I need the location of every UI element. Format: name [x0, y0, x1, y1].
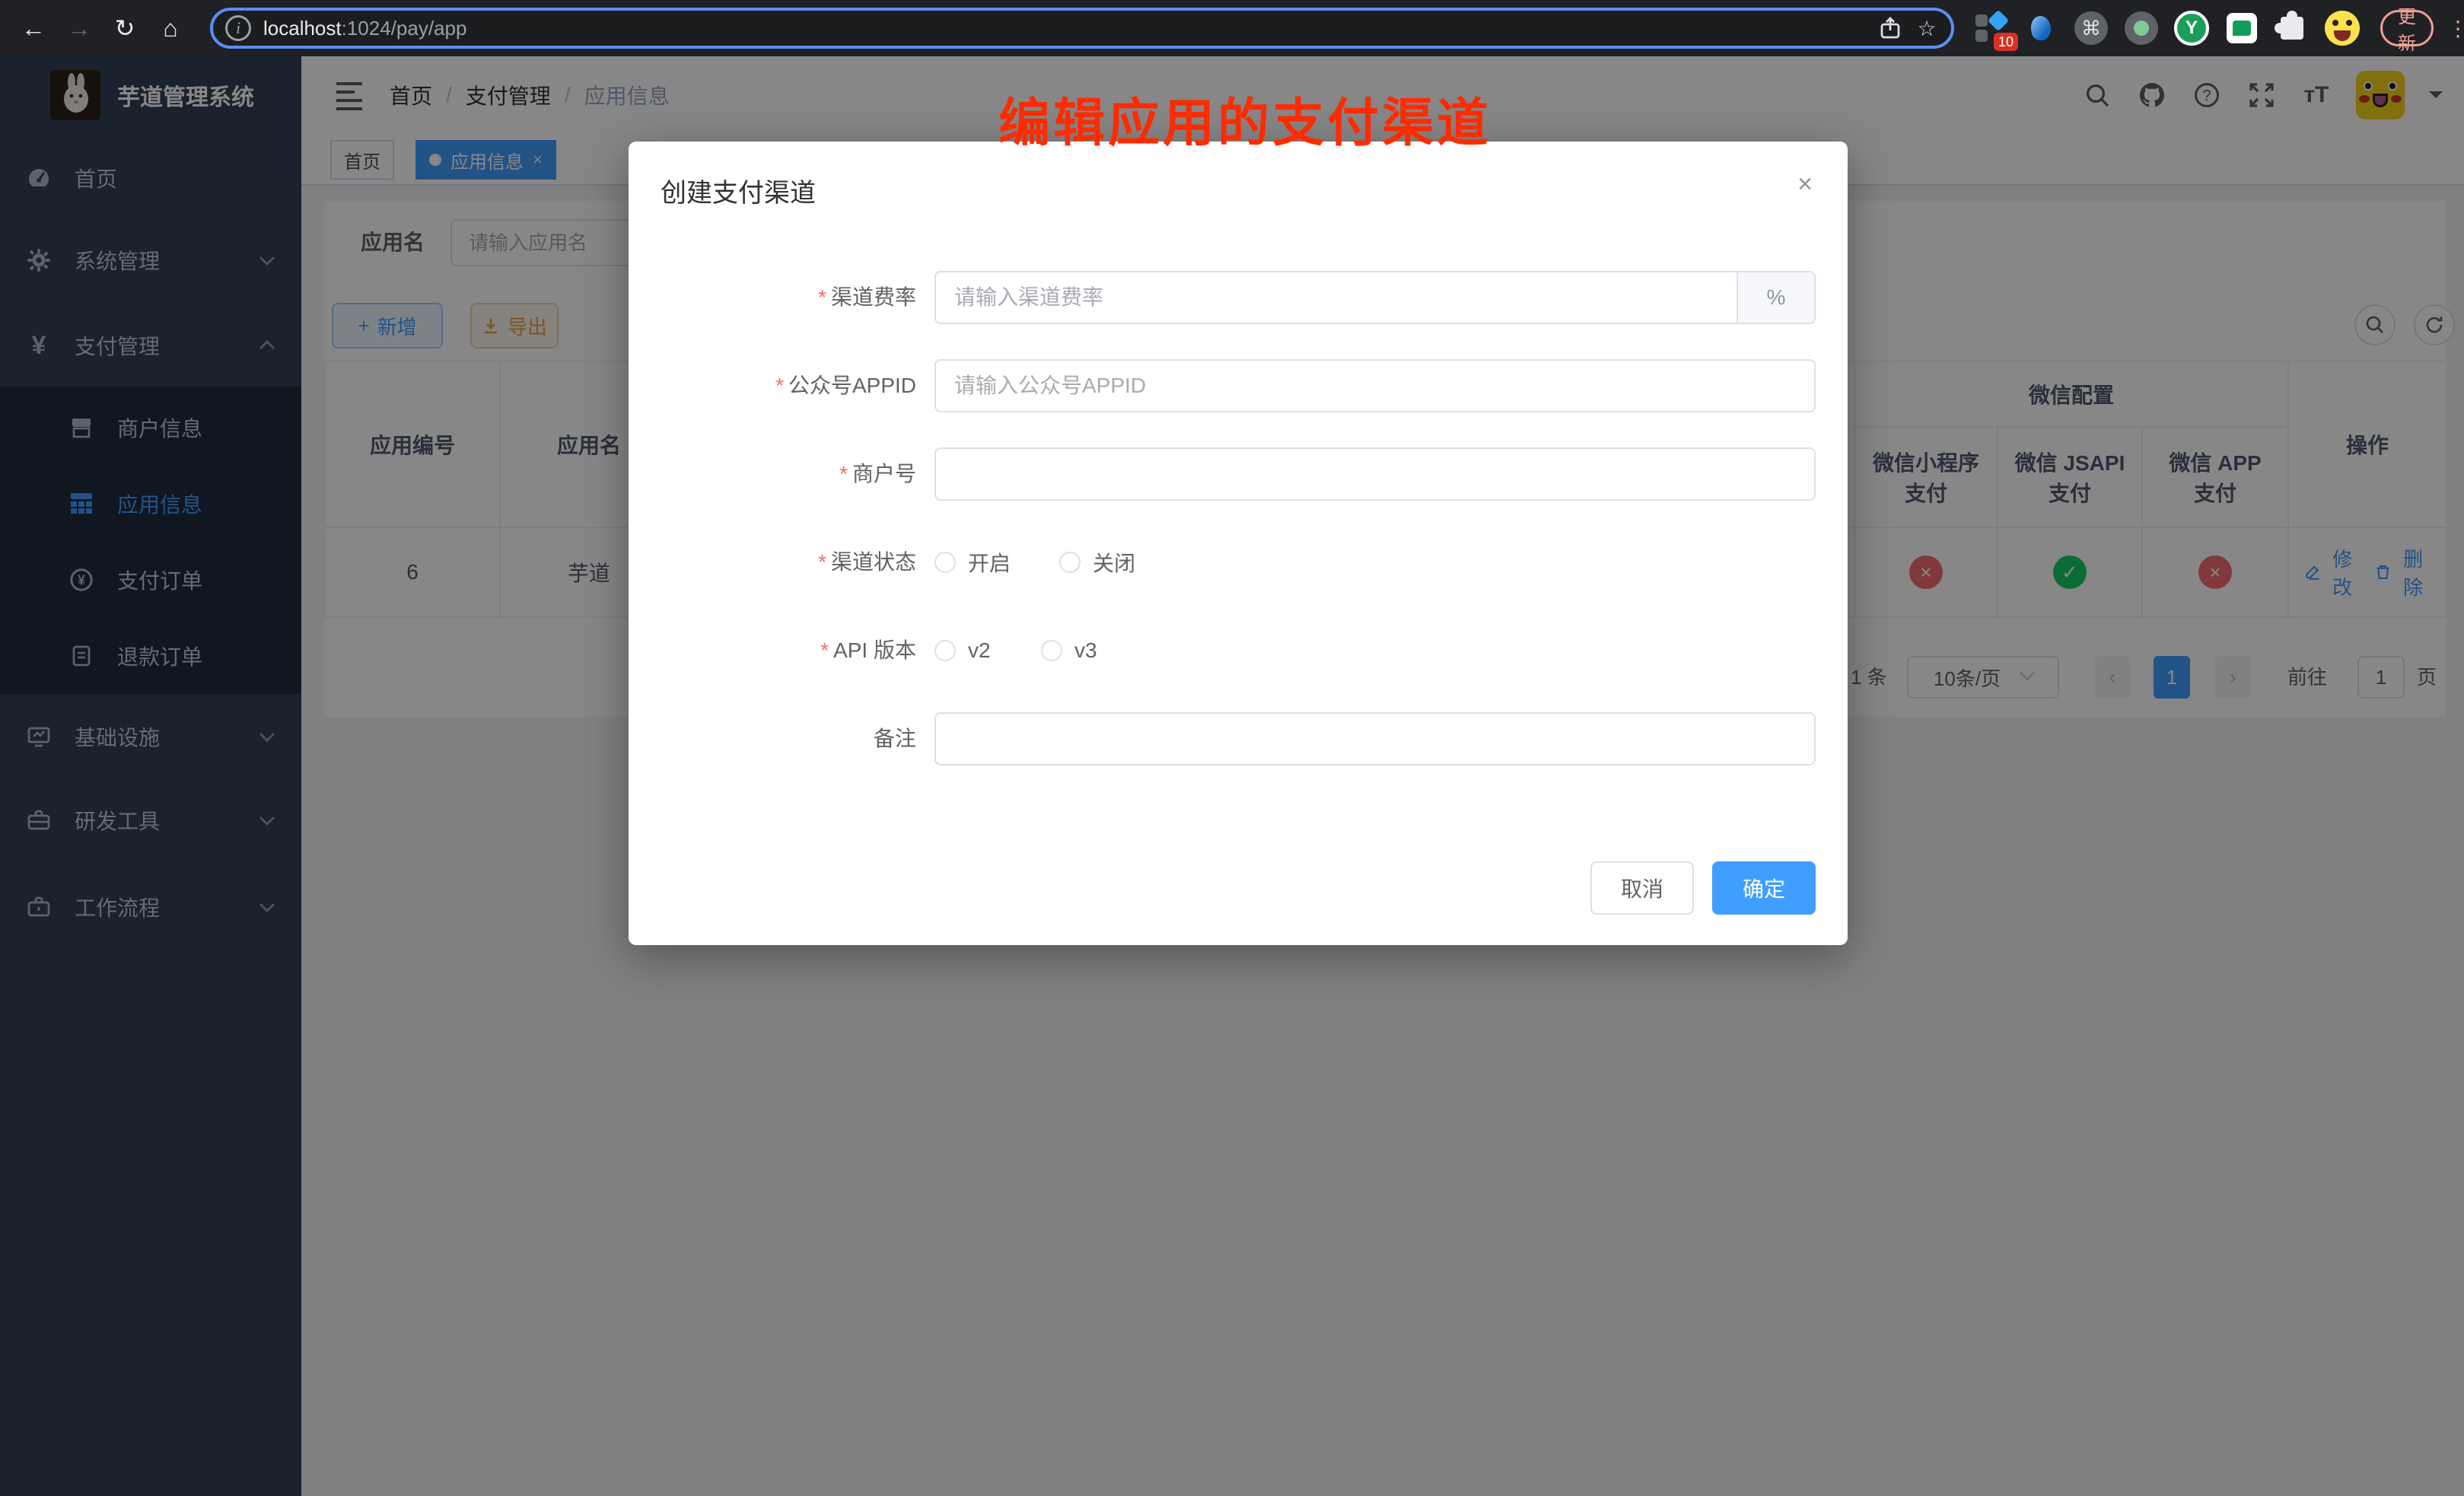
extension-kite-icon[interactable]: [2023, 10, 2059, 46]
browser-toolbar: ← → ↻ ⌂ i localhost :1024/pay/app ☆ 10 ⌘…: [0, 0, 2464, 56]
appid-label: *公众号APPID: [629, 359, 916, 412]
radio-icon: [934, 552, 956, 573]
radio-icon: [1041, 640, 1062, 661]
remark-input[interactable]: [934, 712, 1816, 766]
app-window: 芋道管理系统 首页 系统管理 ¥ 支付管理: [0, 56, 2464, 1496]
radio-icon: [934, 640, 956, 661]
site-info-icon[interactable]: i: [225, 15, 251, 41]
extension-command-icon[interactable]: ⌘: [2073, 10, 2109, 46]
percent-suffix: %: [1737, 272, 1814, 323]
browser-menu-icon[interactable]: ⋮: [2447, 16, 2462, 41]
appid-input[interactable]: [934, 359, 1816, 412]
rate-input[interactable]: [934, 271, 1816, 324]
close-icon[interactable]: ×: [1790, 169, 1820, 199]
extension-recorder-icon[interactable]: [2123, 10, 2160, 46]
confirm-button[interactable]: 确定: [1712, 861, 1816, 915]
rate-label: *渠道费率: [629, 271, 916, 324]
status-radio-closed[interactable]: 关闭: [1059, 536, 1135, 589]
merchant-input[interactable]: [934, 447, 1816, 501]
url-host: localhost: [263, 17, 342, 40]
reload-icon[interactable]: ↻: [107, 10, 143, 46]
back-icon[interactable]: ←: [15, 10, 52, 46]
bookmark-star-icon[interactable]: ☆: [1908, 10, 1945, 46]
status-radio-open[interactable]: 开启: [934, 536, 1011, 589]
api-radio-v3[interactable]: v3: [1041, 624, 1097, 677]
home-icon[interactable]: ⌂: [152, 10, 189, 46]
create-channel-dialog: 创建支付渠道 × *渠道费率 % *公众号APPID *商户号: [629, 142, 1848, 945]
status-label: *渠道状态: [629, 536, 916, 589]
annotation-text: 编辑应用的支付渠道: [998, 81, 1491, 156]
profile-avatar[interactable]: [2324, 10, 2361, 46]
url-path: :1024/pay/app: [342, 17, 467, 40]
remark-label: 备注: [629, 712, 916, 766]
extension-badge: 10: [1994, 33, 2018, 51]
extension-yudao-icon[interactable]: Y: [2173, 10, 2210, 46]
api-radio-v2[interactable]: v2: [934, 624, 991, 677]
extension-chat-icon[interactable]: [2224, 10, 2260, 46]
extension-diamond-icon[interactable]: 10: [1972, 10, 2009, 46]
forward-icon[interactable]: →: [61, 10, 97, 46]
dialog-title: 创建支付渠道: [661, 172, 816, 209]
api-version-label: *API 版本: [629, 624, 916, 677]
merchant-label: *商户号: [629, 447, 916, 501]
extensions-area: 10 ⌘ Y 更新 ⋮: [1972, 10, 2462, 46]
extensions-puzzle-icon[interactable]: [2274, 10, 2310, 46]
radio-icon: [1059, 552, 1081, 573]
address-bar[interactable]: i localhost :1024/pay/app ☆: [210, 8, 1954, 49]
share-icon[interactable]: [1872, 10, 1908, 46]
screen: ← → ↻ ⌂ i localhost :1024/pay/app ☆ 10 ⌘…: [0, 0, 2464, 1496]
cancel-button[interactable]: 取消: [1590, 861, 1694, 915]
chrome-update-button[interactable]: 更新: [2380, 10, 2434, 46]
